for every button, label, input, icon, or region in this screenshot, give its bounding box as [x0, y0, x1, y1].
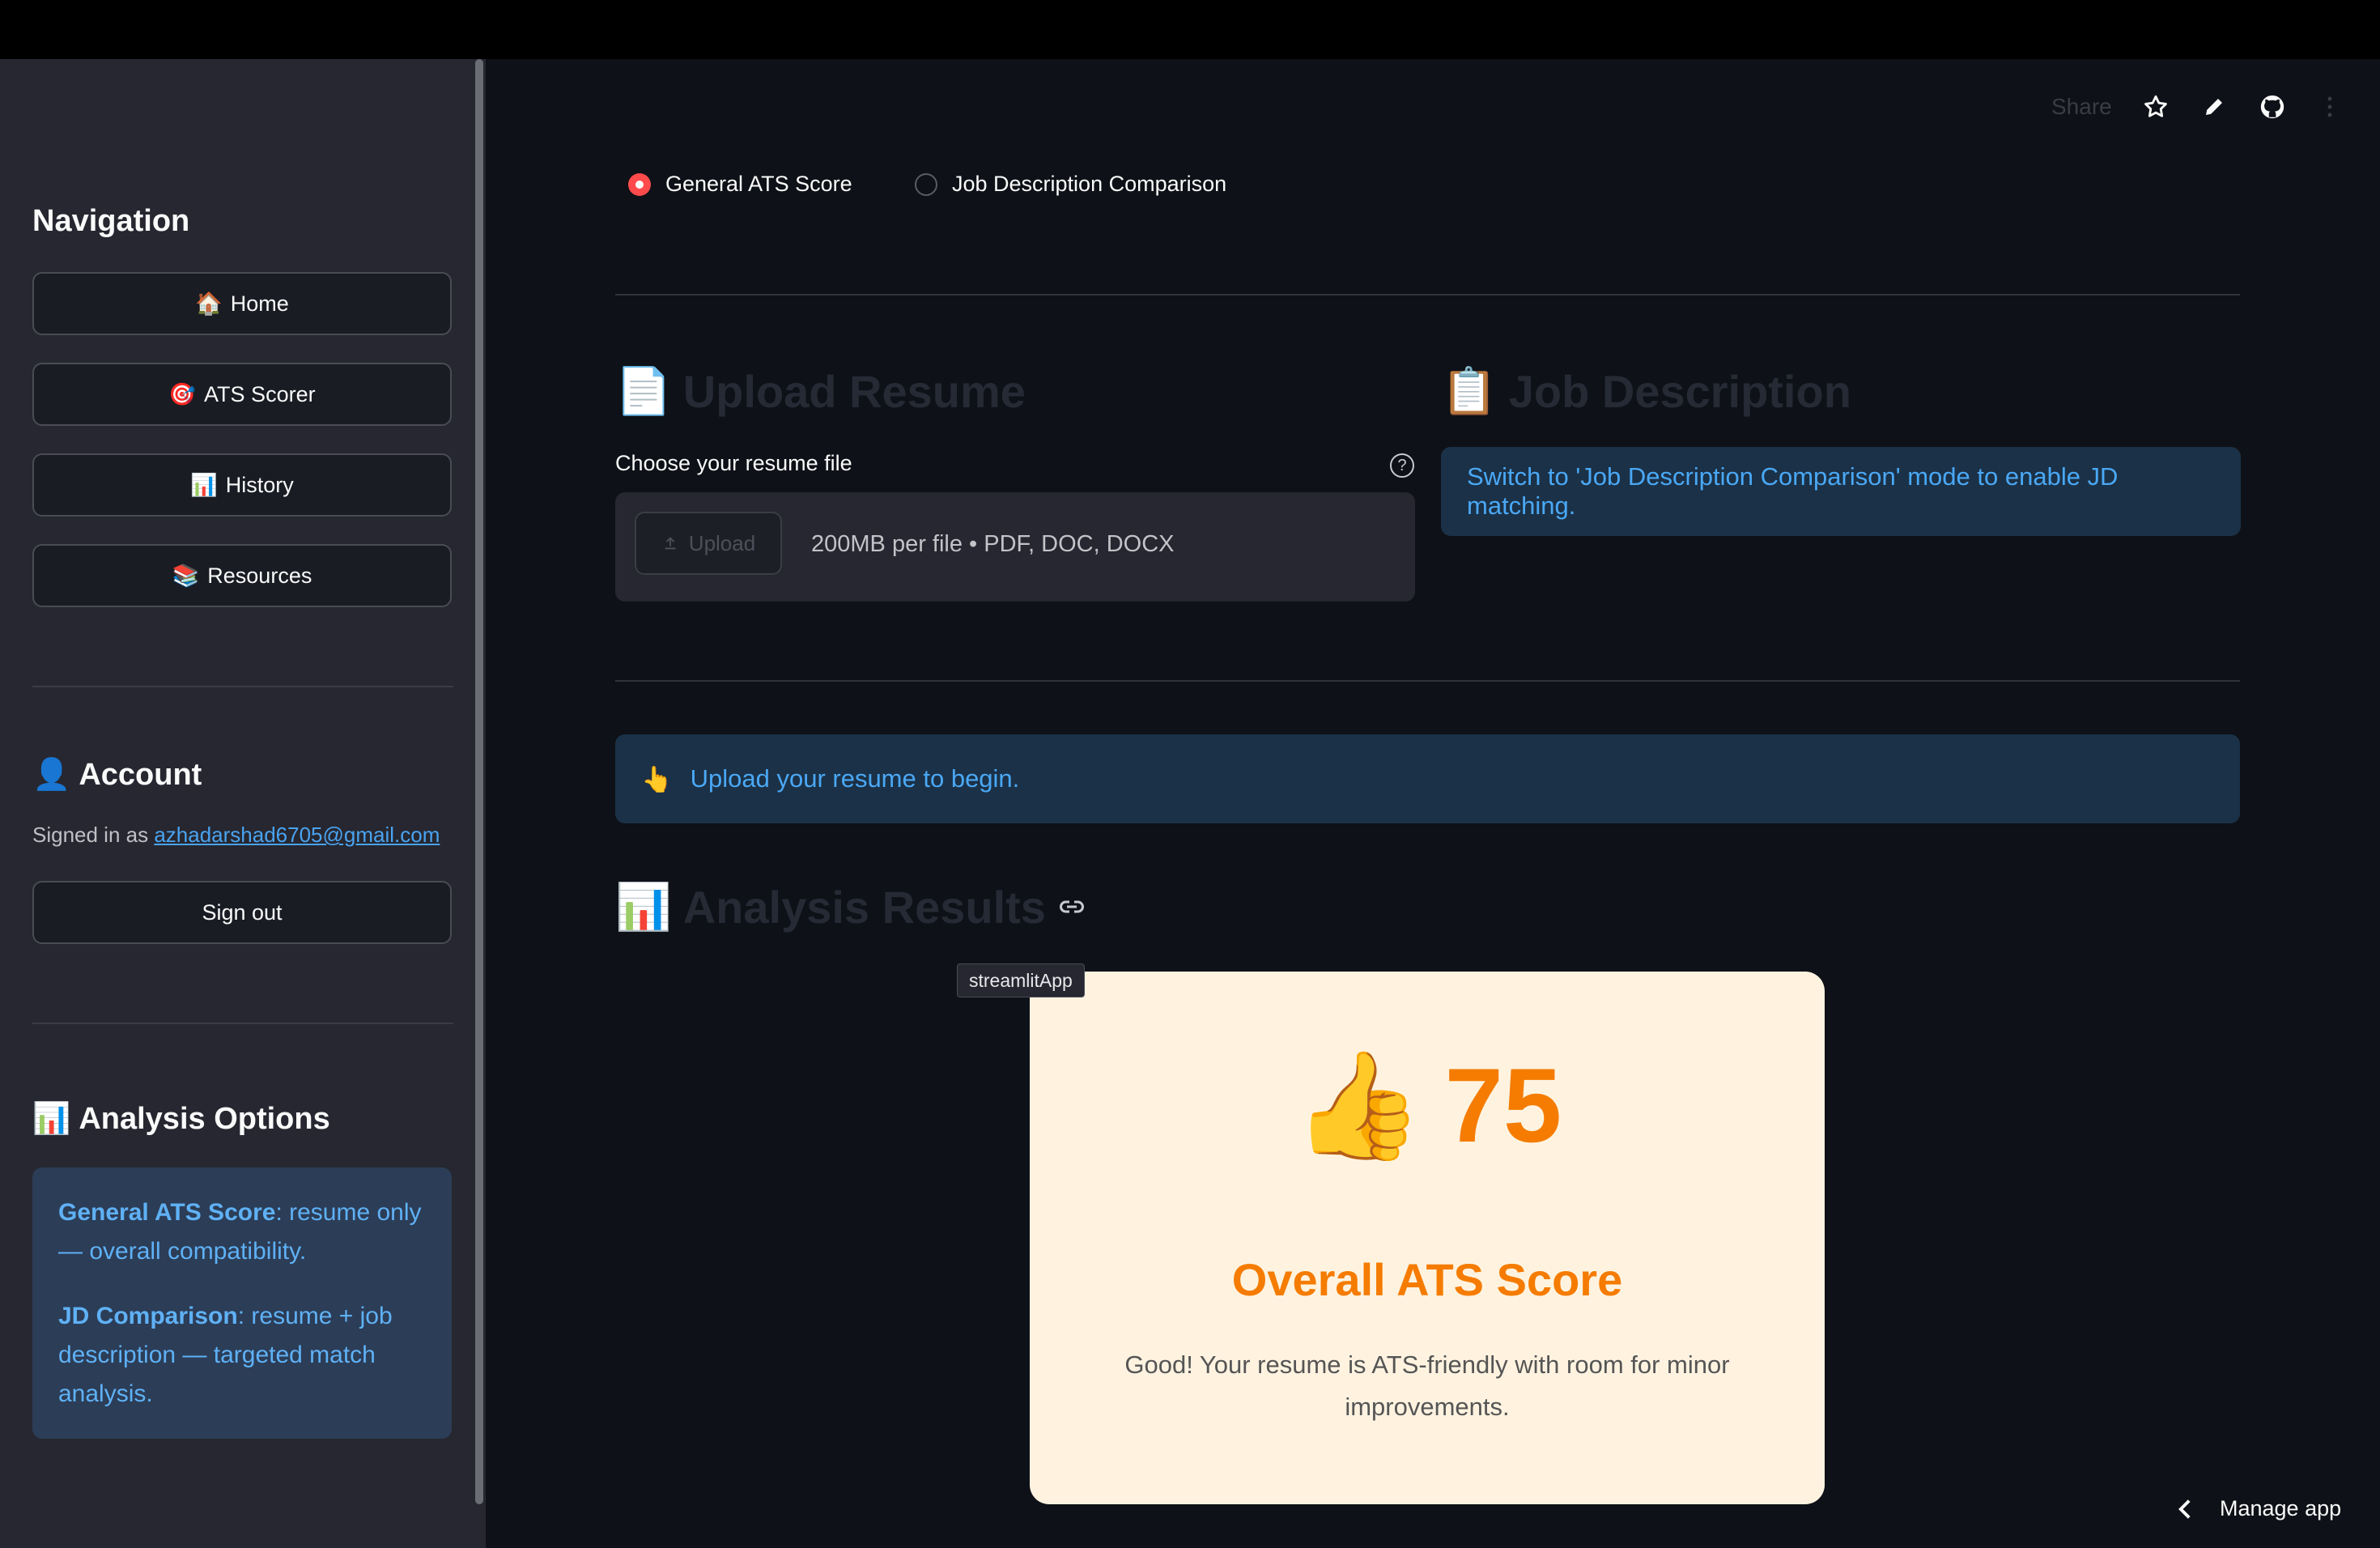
clipboard-icon: 📋	[1441, 365, 1498, 416]
general-option-desc: General ATS Score: resume only — overall…	[58, 1199, 422, 1265]
books-icon: 📚	[172, 563, 200, 588]
score-description: Good! Your resume is ATS-friendly with r…	[1124, 1350, 1730, 1421]
bar-chart-icon: 📊	[32, 1102, 71, 1136]
sidebar-divider	[32, 686, 453, 687]
resume-dropzone[interactable]: Upload 200MB per file • PDF, DOC, DOCX	[615, 492, 1415, 602]
nav-history-label: History	[225, 472, 294, 497]
signed-in-text: Signed in as azhadarshad6705@gmail.com	[32, 823, 440, 847]
sign-out-button[interactable]: Sign out	[32, 881, 452, 944]
job-description-heading: 📋 Job Description	[1441, 365, 1851, 417]
analysis-results-heading: 📊 Analysis Results	[615, 880, 1086, 933]
sidebar-divider	[32, 1023, 453, 1024]
score-row: 👍 75	[1030, 1053, 1825, 1158]
kebab-menu-icon[interactable]	[2314, 91, 2346, 123]
thumbs-up-icon: 👍	[1292, 1046, 1424, 1164]
share-button[interactable]: Share	[2051, 94, 2112, 120]
upload-notice: 👆 Upload your resume to begin.	[615, 734, 2240, 823]
radio-unselected-icon[interactable]	[915, 172, 937, 196]
jd-info-box: Switch to 'Job Description Comparison' m…	[1441, 447, 2241, 536]
analysis-options-heading: 📊 Analysis Options	[32, 1101, 330, 1137]
target-icon: 🎯	[168, 382, 197, 406]
score-value: 75	[1444, 1046, 1562, 1164]
upload-button[interactable]: Upload	[635, 512, 782, 575]
nav-resources-label: Resources	[207, 563, 312, 588]
document-icon: 📄	[615, 365, 672, 416]
resume-file-label: Choose your resume file	[615, 451, 852, 475]
nav-home-button[interactable]: 🏠 Home	[32, 272, 452, 335]
section-divider	[615, 680, 2240, 682]
nav-ats-scorer-button[interactable]: 🎯 ATS Scorer	[32, 363, 452, 426]
chevron-left-icon	[2178, 1499, 2191, 1519]
github-icon[interactable]	[2256, 91, 2289, 123]
star-icon[interactable]	[2140, 91, 2172, 123]
upload-resume-heading: 📄 Upload Resume	[615, 365, 1026, 417]
analysis-options-info: General ATS Score: resume only — overall…	[32, 1167, 452, 1439]
nav-ats-scorer-label: ATS Scorer	[204, 381, 316, 406]
bar-chart-icon: 📊	[615, 881, 672, 932]
upload-hint: 200MB per file • PDF, DOC, DOCX	[811, 531, 1175, 557]
radio-general-ats[interactable]: General ATS Score	[628, 172, 852, 197]
tooltip: streamlitApp	[957, 963, 1085, 997]
sidebar-scrollbar[interactable]	[475, 59, 483, 1504]
score-title: Overall ATS Score	[1231, 1254, 1623, 1305]
section-divider	[615, 294, 2240, 296]
nav-history-button[interactable]: 📊 History	[32, 453, 452, 517]
link-icon[interactable]	[1057, 892, 1086, 921]
upload-icon	[665, 537, 676, 550]
navigation-heading: Navigation	[32, 204, 190, 238]
manage-app-button[interactable]: Manage app	[2178, 1496, 2341, 1521]
account-email-link[interactable]: azhadarshad6705@gmail.com	[154, 823, 440, 847]
user-icon: 👤	[32, 758, 71, 792]
browser-top-bar	[0, 0, 2380, 59]
pencil-icon[interactable]	[2198, 91, 2230, 123]
house-icon: 🏠	[195, 291, 223, 316]
radio-selected-icon[interactable]	[628, 172, 651, 196]
radio-jd-comparison[interactable]: Job Description Comparison	[915, 172, 1226, 197]
nav-resources-button[interactable]: 📚 Resources	[32, 544, 452, 607]
help-icon[interactable]: ?	[1390, 453, 1414, 478]
jd-option-desc: JD Comparison: resume + job description …	[58, 1303, 393, 1407]
nav-home-label: Home	[230, 291, 289, 316]
pointing-hand-icon: 👆	[641, 764, 673, 793]
score-card: 👍 75 Overall ATS Score Good! Your resume…	[1030, 972, 1825, 1504]
account-heading: 👤 Account	[32, 757, 202, 793]
bar-chart-icon: 📊	[190, 473, 218, 497]
